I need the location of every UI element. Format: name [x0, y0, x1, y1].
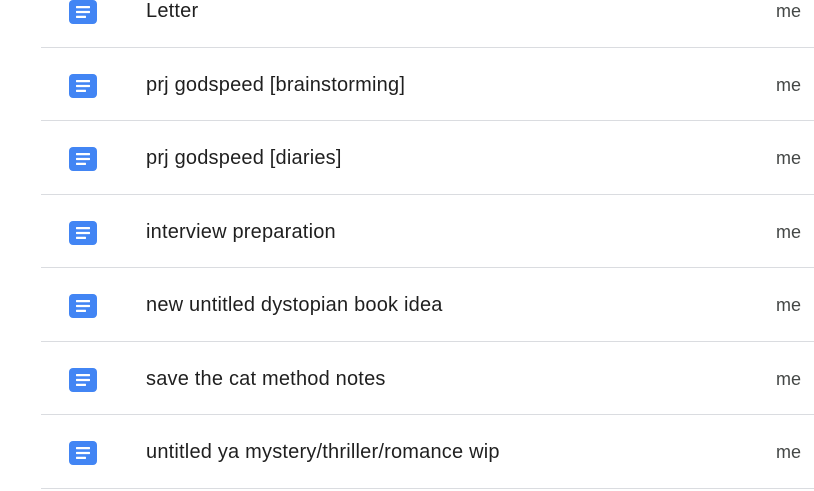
- file-name: save the cat method notes: [146, 367, 386, 390]
- google-docs-icon: [69, 220, 97, 245]
- file-name: new untitled dystopian book idea: [146, 294, 443, 316]
- google-docs-icon: [69, 147, 97, 171]
- file-name: untitled ya mystery/thriller/romance wip: [146, 441, 500, 463]
- file-owner: me: [776, 295, 802, 315]
- file-owner: me: [776, 442, 802, 462]
- google-docs-icon: [69, 73, 97, 98]
- google-docs-icon: [69, 441, 97, 465]
- file-name: prj godspeed [brainstorming]: [146, 73, 406, 96]
- google-docs-icon: [69, 294, 97, 318]
- google-docs-icon: [69, 0, 97, 24]
- file-row[interactable]: prj godspeed [diaries] me: [0, 121, 814, 195]
- file-row[interactable]: interview preparation me: [0, 195, 814, 269]
- file-row[interactable]: prj godspeed [brainstorming] me: [0, 48, 814, 122]
- file-row[interactable]: Letter me: [0, 0, 814, 48]
- file-owner: me: [776, 221, 802, 242]
- file-owner: me: [776, 148, 802, 168]
- file-row[interactable]: untitled ya mystery/thriller/romance wip…: [0, 415, 814, 489]
- file-name: interview preparation: [146, 220, 336, 243]
- file-row[interactable]: save the cat method notes me: [0, 342, 814, 416]
- file-list: Letter me prj godspeed [brainstorming] m…: [0, 0, 814, 489]
- file-owner: me: [776, 74, 802, 95]
- file-name: prj godspeed [diaries]: [146, 147, 342, 169]
- file-owner: me: [776, 368, 802, 389]
- file-name: Letter: [146, 0, 199, 22]
- file-owner: me: [776, 1, 802, 21]
- google-docs-icon: [69, 367, 97, 392]
- file-row[interactable]: new untitled dystopian book idea me: [0, 268, 814, 342]
